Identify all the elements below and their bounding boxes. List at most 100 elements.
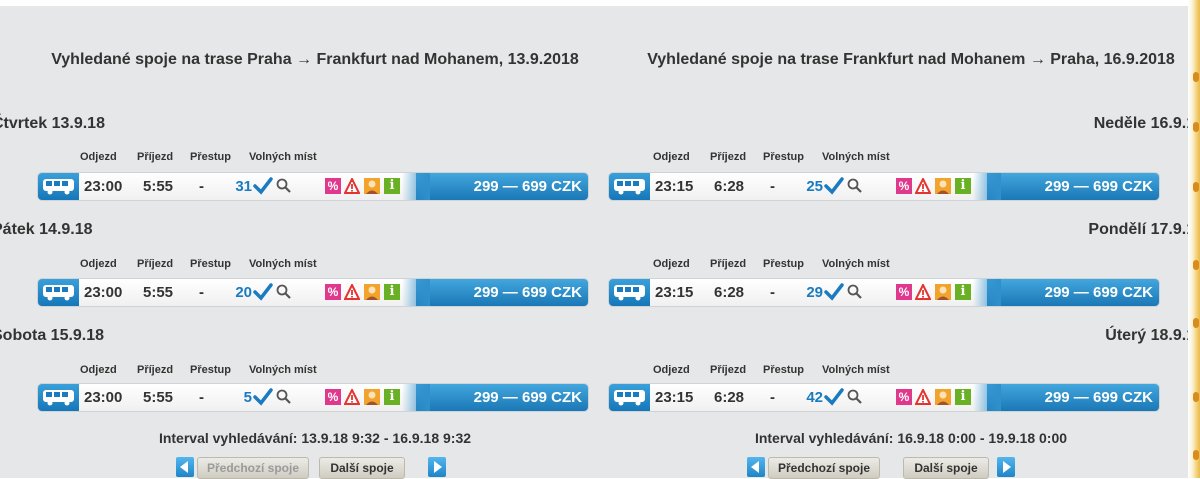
price: 299 — 699 CZK bbox=[1044, 178, 1153, 195]
header-transfer: Přestup bbox=[190, 151, 231, 163]
magnifier-icon[interactable] bbox=[276, 389, 292, 405]
bus-icon bbox=[609, 384, 650, 411]
magnifier-icon[interactable] bbox=[847, 389, 863, 405]
arrival-time: 5:55 bbox=[143, 178, 174, 195]
connection-row[interactable]: 23:15 6:28 - 25 % i 299 — 699 CZK bbox=[608, 172, 1160, 201]
check-icon bbox=[253, 177, 273, 195]
price-area[interactable]: 299 — 699 CZK bbox=[973, 384, 1159, 411]
departure-time: 23:00 bbox=[84, 389, 123, 406]
departure-time: 23:15 bbox=[655, 178, 694, 195]
route-title: Vyhledané spoje na trase Frankfurt nad M… bbox=[647, 51, 1175, 68]
decor-dot bbox=[1193, 450, 1199, 460]
next-button[interactable]: Další spoje bbox=[903, 457, 989, 479]
warning-icon[interactable] bbox=[915, 284, 931, 300]
price: 299 — 699 CZK bbox=[1044, 389, 1153, 406]
header-transfer: Přestup bbox=[190, 364, 231, 376]
transfer-count: - bbox=[199, 389, 204, 406]
percent-icon[interactable]: % bbox=[896, 284, 912, 300]
price-area[interactable]: 299 — 699 CZK bbox=[402, 384, 588, 411]
price-area[interactable]: 299 — 699 CZK bbox=[973, 173, 1159, 200]
prev-button[interactable]: Předchozí spoje bbox=[768, 457, 880, 479]
magnifier-icon[interactable] bbox=[847, 178, 863, 194]
percent-icon[interactable]: % bbox=[325, 389, 341, 405]
page-edge-decoration bbox=[1188, 0, 1200, 478]
bus-icon bbox=[38, 279, 79, 306]
header-seats: Volných míst bbox=[249, 151, 317, 163]
connection-row[interactable]: 23:00 5:55 - 31 % i 299 — 699 CZK bbox=[37, 172, 589, 201]
day-heading: Čtvrtek 13.9.18 bbox=[0, 115, 105, 132]
person-icon[interactable] bbox=[364, 389, 380, 405]
header-arrival: Příjezd bbox=[137, 258, 174, 270]
info-icon[interactable]: i bbox=[955, 389, 971, 405]
price: 299 — 699 CZK bbox=[473, 389, 582, 406]
prev-arrow-icon[interactable] bbox=[176, 457, 194, 477]
percent-icon[interactable]: % bbox=[896, 389, 912, 405]
free-seats: 20 bbox=[235, 284, 252, 301]
info-icon[interactable]: i bbox=[384, 389, 400, 405]
day-heading: Sobota 15.9.18 bbox=[0, 327, 105, 344]
arrival-time: 5:55 bbox=[143, 284, 174, 301]
transfer-count: - bbox=[199, 284, 204, 301]
decor-dot bbox=[1193, 122, 1199, 132]
day-heading: Úterý 18.9.18 bbox=[1105, 327, 1200, 344]
warning-icon[interactable] bbox=[915, 389, 931, 405]
next-button[interactable]: Další spoje bbox=[319, 457, 405, 479]
prev-arrow-icon[interactable] bbox=[747, 457, 765, 477]
person-icon[interactable] bbox=[364, 284, 380, 300]
info-icon[interactable]: i bbox=[955, 284, 971, 300]
price-area[interactable]: 299 — 699 CZK bbox=[402, 279, 588, 306]
arrival-time: 5:55 bbox=[143, 389, 174, 406]
warning-icon[interactable] bbox=[344, 389, 360, 405]
header-arrival: Příjezd bbox=[137, 151, 174, 163]
header-arrival: Příjezd bbox=[710, 151, 747, 163]
info-icon[interactable]: i bbox=[384, 284, 400, 300]
person-icon[interactable] bbox=[935, 178, 951, 194]
connection-row[interactable]: 23:00 5:55 - 5 % i 299 — 699 CZK bbox=[37, 383, 589, 412]
price-area[interactable]: 299 — 699 CZK bbox=[973, 279, 1159, 306]
return-column: Vyhledané spoje na trase Frankfurt nad M… bbox=[596, 6, 1200, 479]
percent-icon[interactable]: % bbox=[325, 284, 341, 300]
warning-icon[interactable] bbox=[344, 178, 360, 194]
outbound-column: Vyhledané spoje na trase Praha → Frankfu… bbox=[0, 6, 600, 479]
person-icon[interactable] bbox=[364, 178, 380, 194]
free-seats: 31 bbox=[235, 178, 252, 195]
free-seats: 25 bbox=[806, 178, 823, 195]
connection-row[interactable]: 23:15 6:28 - 42 % i 299 — 699 CZK bbox=[608, 383, 1160, 412]
prev-button[interactable]: Předchozí spoje bbox=[197, 457, 309, 479]
price: 299 — 699 CZK bbox=[473, 178, 582, 195]
next-arrow-icon[interactable] bbox=[997, 457, 1015, 477]
magnifier-icon[interactable] bbox=[847, 284, 863, 300]
person-icon[interactable] bbox=[935, 389, 951, 405]
connection-row[interactable]: 23:00 5:55 - 20 % i 299 — 699 CZK bbox=[37, 278, 589, 307]
transfer-count: - bbox=[770, 389, 775, 406]
decor-dot bbox=[1193, 318, 1199, 328]
info-icon[interactable]: i bbox=[955, 178, 971, 194]
info-icon[interactable]: i bbox=[384, 178, 400, 194]
bus-icon bbox=[38, 384, 79, 411]
person-icon[interactable] bbox=[935, 284, 951, 300]
transfer-count: - bbox=[770, 284, 775, 301]
departure-time: 23:15 bbox=[655, 284, 694, 301]
header-seats: Volných míst bbox=[822, 151, 890, 163]
header-transfer: Přestup bbox=[763, 258, 804, 270]
warning-icon[interactable] bbox=[344, 284, 360, 300]
magnifier-icon[interactable] bbox=[276, 178, 292, 194]
price: 299 — 699 CZK bbox=[473, 284, 582, 301]
warning-icon[interactable] bbox=[915, 178, 931, 194]
decor-dot bbox=[1193, 72, 1199, 82]
check-icon bbox=[824, 177, 844, 195]
departure-time: 23:00 bbox=[84, 178, 123, 195]
bus-icon bbox=[609, 173, 650, 200]
price-area[interactable]: 299 — 699 CZK bbox=[402, 173, 588, 200]
bus-icon bbox=[609, 279, 650, 306]
header-seats: Volných míst bbox=[822, 258, 890, 270]
percent-icon[interactable]: % bbox=[896, 178, 912, 194]
header-departure: Odjezd bbox=[653, 258, 690, 270]
magnifier-icon[interactable] bbox=[276, 284, 292, 300]
connection-row[interactable]: 23:15 6:28 - 29 % i 299 — 699 CZK bbox=[608, 278, 1160, 307]
day-heading: Pondělí 17.9.18 bbox=[1088, 221, 1200, 238]
route-title: Vyhledané spoje na trase Praha → Frankfu… bbox=[51, 51, 579, 68]
percent-icon[interactable]: % bbox=[325, 178, 341, 194]
header-transfer: Přestup bbox=[763, 364, 804, 376]
next-arrow-icon[interactable] bbox=[428, 457, 446, 477]
